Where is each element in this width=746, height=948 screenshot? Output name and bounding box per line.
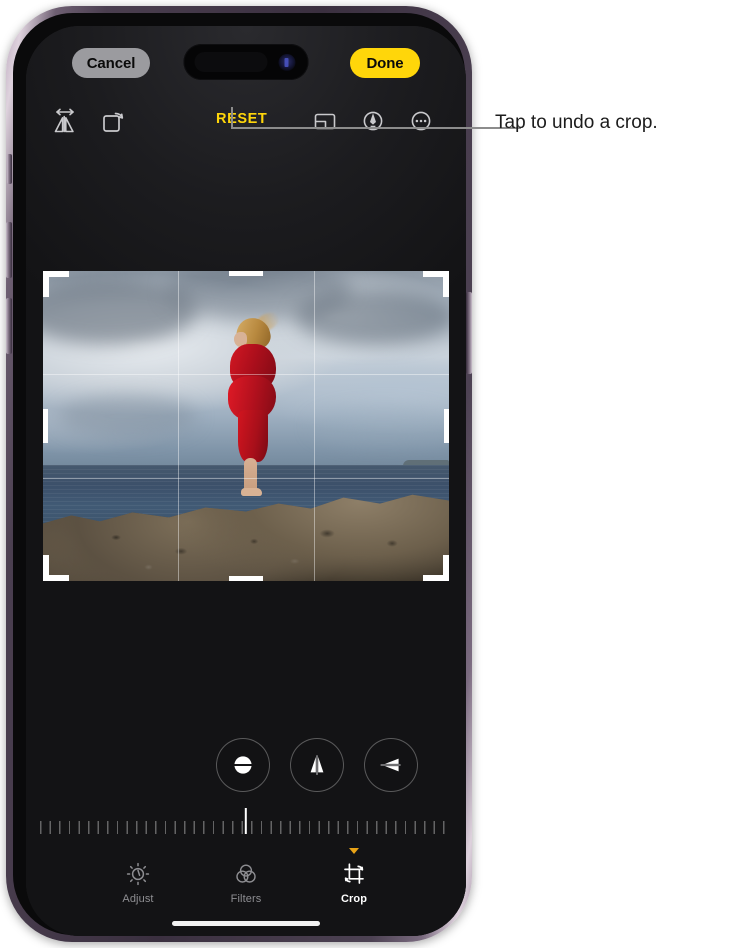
ringer-switch[interactable] [7,154,12,184]
crop-handle-bottom-edge[interactable] [229,576,263,581]
person-in-red-dress [222,308,288,535]
power-button[interactable] [466,292,472,374]
tab-adjust[interactable]: Adjust [107,858,169,920]
crop-handle-top-left[interactable] [43,271,49,297]
tab-crop-label: Crop [340,893,368,905]
editor-tab-bar: Adjust Filters Crop [26,848,466,920]
straighten-icon [230,756,256,774]
crop-handle-bottom-left[interactable] [43,555,49,581]
selected-tab-indicator [349,848,359,854]
crop-handle-right-edge[interactable] [444,409,449,443]
vertical-perspective-button[interactable] [290,738,344,792]
photo-preview [43,271,449,581]
crop-handle-top-edge[interactable] [229,271,263,276]
slider-indicator [244,808,248,834]
tab-adjust-label: Adjust [122,893,154,905]
tab-filters-label: Filters [230,893,262,905]
straighten-slider[interactable] [40,808,452,834]
home-indicator[interactable] [172,921,320,926]
tab-crop[interactable]: Crop [323,848,385,920]
vertical-perspective-icon [310,755,324,775]
horizontal-perspective-button[interactable] [364,738,418,792]
crop-handle-bottom-right[interactable] [443,555,449,581]
more-options-icon[interactable] [404,104,438,138]
crop-icon [341,858,367,890]
horizontal-perspective-icon [380,758,401,772]
callout-text: Tap to undo a crop. [495,112,658,133]
aspect-ratio-icon[interactable] [308,104,342,138]
phone-screen: Cancel Done RESET Adjust Filters Crop [26,26,466,936]
volume-up-button[interactable] [6,222,12,278]
crop-handle-left-edge[interactable] [43,409,48,443]
perspective-control-row [26,738,466,792]
adjust-icon [125,858,151,890]
reset-button[interactable]: RESET [216,111,267,127]
cancel-button[interactable]: Cancel [72,48,150,78]
volume-down-button[interactable] [6,298,12,354]
filters-icon [233,858,259,890]
crop-frame[interactable] [43,271,449,581]
flip-horizontal-icon[interactable] [48,104,82,138]
straighten-button[interactable] [216,738,270,792]
tab-filters[interactable]: Filters [215,858,277,920]
crop-handle-top-right[interactable] [443,271,449,297]
phone-frame: Cancel Done RESET Adjust Filters Crop [6,6,472,942]
phone-bezel: Cancel Done RESET Adjust Filters Crop [13,13,466,936]
done-button[interactable]: Done [350,48,420,78]
top-action-bar: Cancel Done [26,48,466,82]
markup-icon[interactable] [356,104,390,138]
rotate-icon[interactable] [96,104,130,138]
